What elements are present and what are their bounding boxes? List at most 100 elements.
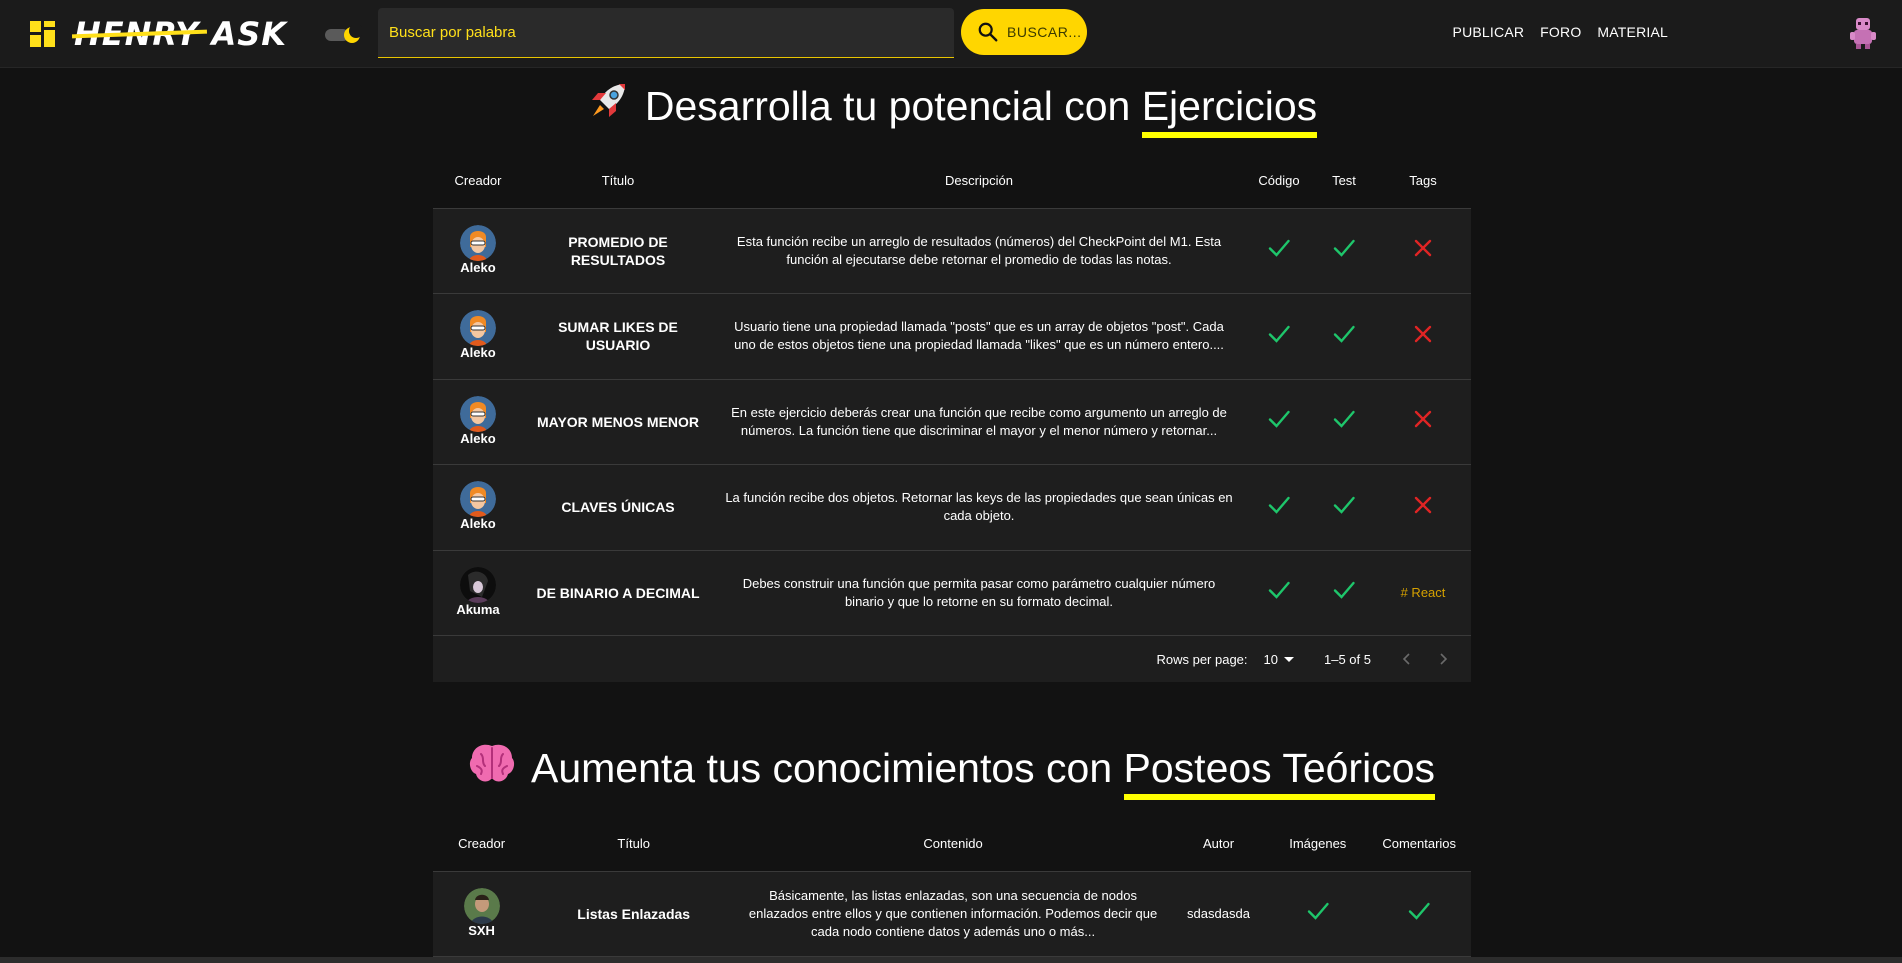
exercise-description: Usuario tiene una propiedad llamada "pos… <box>713 293 1245 380</box>
close-icon <box>1414 411 1432 428</box>
table-row[interactable]: Akuma DE BINARIO A DECIMAL Debes construir… <box>433 550 1471 636</box>
dark-mode-toggle[interactable] <box>325 24 363 46</box>
search-button-label: BUSCAR... <box>1007 24 1082 40</box>
close-icon <box>1414 496 1432 513</box>
creator[interactable]: SXH <box>433 887 530 940</box>
caret-down-icon <box>1284 656 1294 662</box>
exercise-title[interactable]: MAYOR MENOS MENOR <box>523 379 713 465</box>
exercise-description: En este ejercicio deberás crear una func… <box>713 379 1245 465</box>
exercise-title[interactable]: PROMEDIO DE RESULTADOS <box>523 208 713 294</box>
henry-ask-logo[interactable]: HENRY ASK <box>30 15 287 53</box>
tag-badge[interactable]: # React <box>1401 585 1446 600</box>
test-cell <box>1313 550 1375 636</box>
table-row[interactable]: Aleko SUMAR LIKES DE USUARIO Usuario tiene… <box>433 293 1471 380</box>
column-header-descripcion[interactable]: Descripción <box>713 153 1245 209</box>
column-header-codigo[interactable]: Código <box>1245 153 1313 209</box>
nav-link-publicar[interactable]: PUBLICAR <box>1453 24 1525 40</box>
avatar[interactable] <box>460 481 496 518</box>
post-content: Básicamente, las listas enlazadas, son u… <box>737 871 1169 957</box>
tags-cell <box>1375 379 1471 465</box>
table-row[interactable]: Aleko CLAVES ÚNICAS La función recibe dos … <box>433 464 1471 551</box>
creator-cell: SXH <box>433 871 531 957</box>
moon-icon <box>344 25 362 43</box>
column-header-tags[interactable]: Tags <box>1375 153 1471 209</box>
check-icon <box>1333 582 1355 600</box>
creator[interactable]: Aleko <box>433 395 523 448</box>
test-cell <box>1313 464 1375 551</box>
posts-title-prefix: Aumenta tus conocimientos con <box>530 745 1124 791</box>
column-header-titulo[interactable]: Título <box>523 153 713 209</box>
navbar: HENRY ASK BUSCAR... PUBLICAR FORO MATERI… <box>0 0 1902 68</box>
avatar[interactable] <box>463 887 500 924</box>
horizontal-scrollbar[interactable] <box>0 957 1902 963</box>
code-cell <box>1245 550 1313 636</box>
column-header-contenido[interactable]: Contenido <box>737 816 1169 872</box>
chevron-right-icon[interactable] <box>1433 649 1453 669</box>
tags-cell <box>1375 464 1471 551</box>
check-icon <box>1268 582 1290 600</box>
creator[interactable]: Aleko <box>433 310 523 362</box>
table-header-row: Creador Título Descripción Código Test T… <box>433 153 1471 209</box>
creator[interactable]: Akuma <box>433 566 523 619</box>
rows-per-page-select[interactable]: 10 <box>1264 652 1294 667</box>
rows-per-page-value: 10 <box>1263 651 1278 667</box>
code-cell <box>1245 293 1313 380</box>
rows-per-page-label: Rows per page: <box>1156 651 1248 667</box>
code-cell <box>1245 464 1313 551</box>
creator[interactable]: Aleko <box>433 481 523 533</box>
creator-cell: Aleko <box>433 379 523 465</box>
creator-name: Aleko <box>460 345 496 361</box>
column-header-autor[interactable]: Autor <box>1168 816 1269 872</box>
nav-link-foro[interactable]: FORO <box>1540 24 1581 40</box>
user-avatar[interactable] <box>1848 16 1878 50</box>
exercises-section-title: Desarrolla tu potencial con Ejercicios <box>0 78 1902 138</box>
column-header-creador[interactable]: Creador <box>433 153 523 209</box>
column-header-creador[interactable]: Creador <box>433 816 531 872</box>
logo-text: HENRY ASK <box>71 15 287 53</box>
exercise-title[interactable]: CLAVES ÚNICAS <box>523 464 713 551</box>
tags-cell <box>1375 208 1471 294</box>
pagination-range: 1–5 of 5 <box>1324 651 1371 667</box>
exercises-table: Creador Título Descripción Código Test T… <box>433 153 1471 682</box>
images-cell <box>1268 871 1368 957</box>
table-row[interactable]: SXH Listas Enlazadas Básicamente, las list… <box>433 871 1471 957</box>
search-field[interactable] <box>378 8 954 58</box>
creator-name: SXH <box>468 922 495 938</box>
search-icon <box>978 22 998 42</box>
table-row[interactable]: Aleko PROMEDIO DE RESULTADOS Esta función … <box>433 208 1471 294</box>
column-header-comentarios[interactable]: Comentarios <box>1367 816 1471 872</box>
check-icon <box>1268 496 1290 514</box>
check-icon <box>1333 325 1355 343</box>
avatar[interactable] <box>460 395 496 432</box>
search-input[interactable] <box>378 8 954 57</box>
close-icon <box>1414 240 1432 257</box>
search-button[interactable]: BUSCAR... <box>961 9 1087 55</box>
posts-table: Creador Título Contenido Autor Imágenes … <box>433 816 1471 957</box>
table-row[interactable]: Aleko MAYOR MENOS MENOR En este ejercicio … <box>433 379 1471 465</box>
check-icon <box>1408 903 1430 921</box>
close-icon <box>1414 325 1432 342</box>
creator[interactable]: Aleko <box>433 224 523 277</box>
column-header-imagenes[interactable]: Imágenes <box>1268 816 1368 872</box>
chevron-left-icon[interactable] <box>1397 649 1417 669</box>
creator-cell: Aleko <box>433 208 523 294</box>
avatar[interactable] <box>460 566 496 603</box>
check-icon <box>1333 240 1355 258</box>
creator-name: Aleko <box>460 430 496 446</box>
nav-link-material[interactable]: MATERIAL <box>1597 24 1668 40</box>
test-cell <box>1313 293 1375 380</box>
comments-cell <box>1367 871 1471 957</box>
test-cell <box>1313 208 1375 294</box>
creator-name: Akuma <box>456 601 500 617</box>
rocket-icon <box>591 84 625 117</box>
post-author: sdasdasda <box>1168 871 1269 957</box>
check-icon <box>1307 903 1329 921</box>
avatar[interactable] <box>460 224 496 261</box>
table-header-row: Creador Título Contenido Autor Imágenes … <box>433 816 1471 872</box>
avatar[interactable] <box>460 310 496 347</box>
exercise-title[interactable]: DE BINARIO A DECIMAL <box>523 550 713 636</box>
post-title[interactable]: Listas Enlazadas <box>530 871 738 957</box>
column-header-titulo[interactable]: Título <box>530 816 738 872</box>
exercise-title[interactable]: SUMAR LIKES DE USUARIO <box>523 293 713 380</box>
column-header-test[interactable]: Test <box>1313 153 1375 209</box>
